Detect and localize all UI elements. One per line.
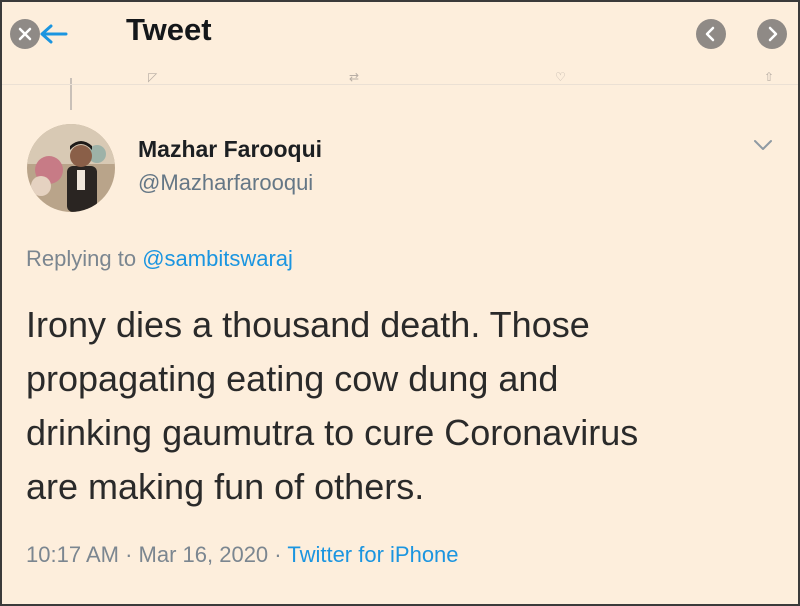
avatar-image bbox=[27, 124, 115, 212]
previous-button[interactable] bbox=[696, 19, 726, 49]
tweet-time[interactable]: 10:17 AM bbox=[26, 542, 119, 567]
like-icon: ♡ bbox=[555, 70, 566, 84]
next-button[interactable] bbox=[757, 19, 787, 49]
share-icon: ⇧ bbox=[764, 70, 775, 84]
close-icon bbox=[18, 27, 32, 41]
tweet-line: Irony dies a thousand death. Those bbox=[26, 304, 590, 345]
replying-to: Replying to @sambitswaraj bbox=[26, 246, 293, 272]
reply-mention-link[interactable]: @sambitswaraj bbox=[142, 246, 293, 271]
tweet-text: Irony dies a thousand death. Those propa… bbox=[26, 298, 766, 514]
header-bar: Tweet bbox=[2, 2, 798, 64]
tweet-line: drinking gaumutra to cure Coronavirus bbox=[26, 412, 639, 453]
thread-connector bbox=[70, 78, 72, 110]
tweet-window: Tweet ◸ ⇄ ♡ ⇧ Mazhar Farooqui @Mazharfar… bbox=[0, 0, 800, 606]
page-title: Tweet bbox=[126, 12, 212, 47]
back-arrow-icon[interactable] bbox=[32, 19, 70, 49]
chevron-right-icon bbox=[768, 26, 778, 42]
tweet-line: are making fun of others. bbox=[26, 466, 425, 507]
retweet-icon: ⇄ bbox=[349, 70, 360, 84]
divider bbox=[2, 84, 798, 85]
meta-separator: · bbox=[125, 542, 133, 567]
reply-icon: ◸ bbox=[148, 70, 158, 84]
author-name[interactable]: Mazhar Farooqui bbox=[138, 136, 322, 163]
tweet-date[interactable]: Mar 16, 2020 bbox=[139, 542, 269, 567]
meta-separator: · bbox=[274, 542, 282, 567]
replying-to-label: Replying to bbox=[26, 246, 137, 271]
chevron-down-icon[interactable] bbox=[753, 138, 773, 152]
author-handle[interactable]: @Mazharfarooqui bbox=[138, 170, 313, 196]
avatar[interactable] bbox=[27, 124, 115, 212]
tweet-source-link[interactable]: Twitter for iPhone bbox=[287, 542, 458, 567]
tweet-meta: 10:17 AM · Mar 16, 2020 · Twitter for iP… bbox=[26, 542, 459, 568]
chevron-left-icon bbox=[705, 26, 715, 42]
tweet-line: propagating eating cow dung and bbox=[26, 358, 559, 399]
